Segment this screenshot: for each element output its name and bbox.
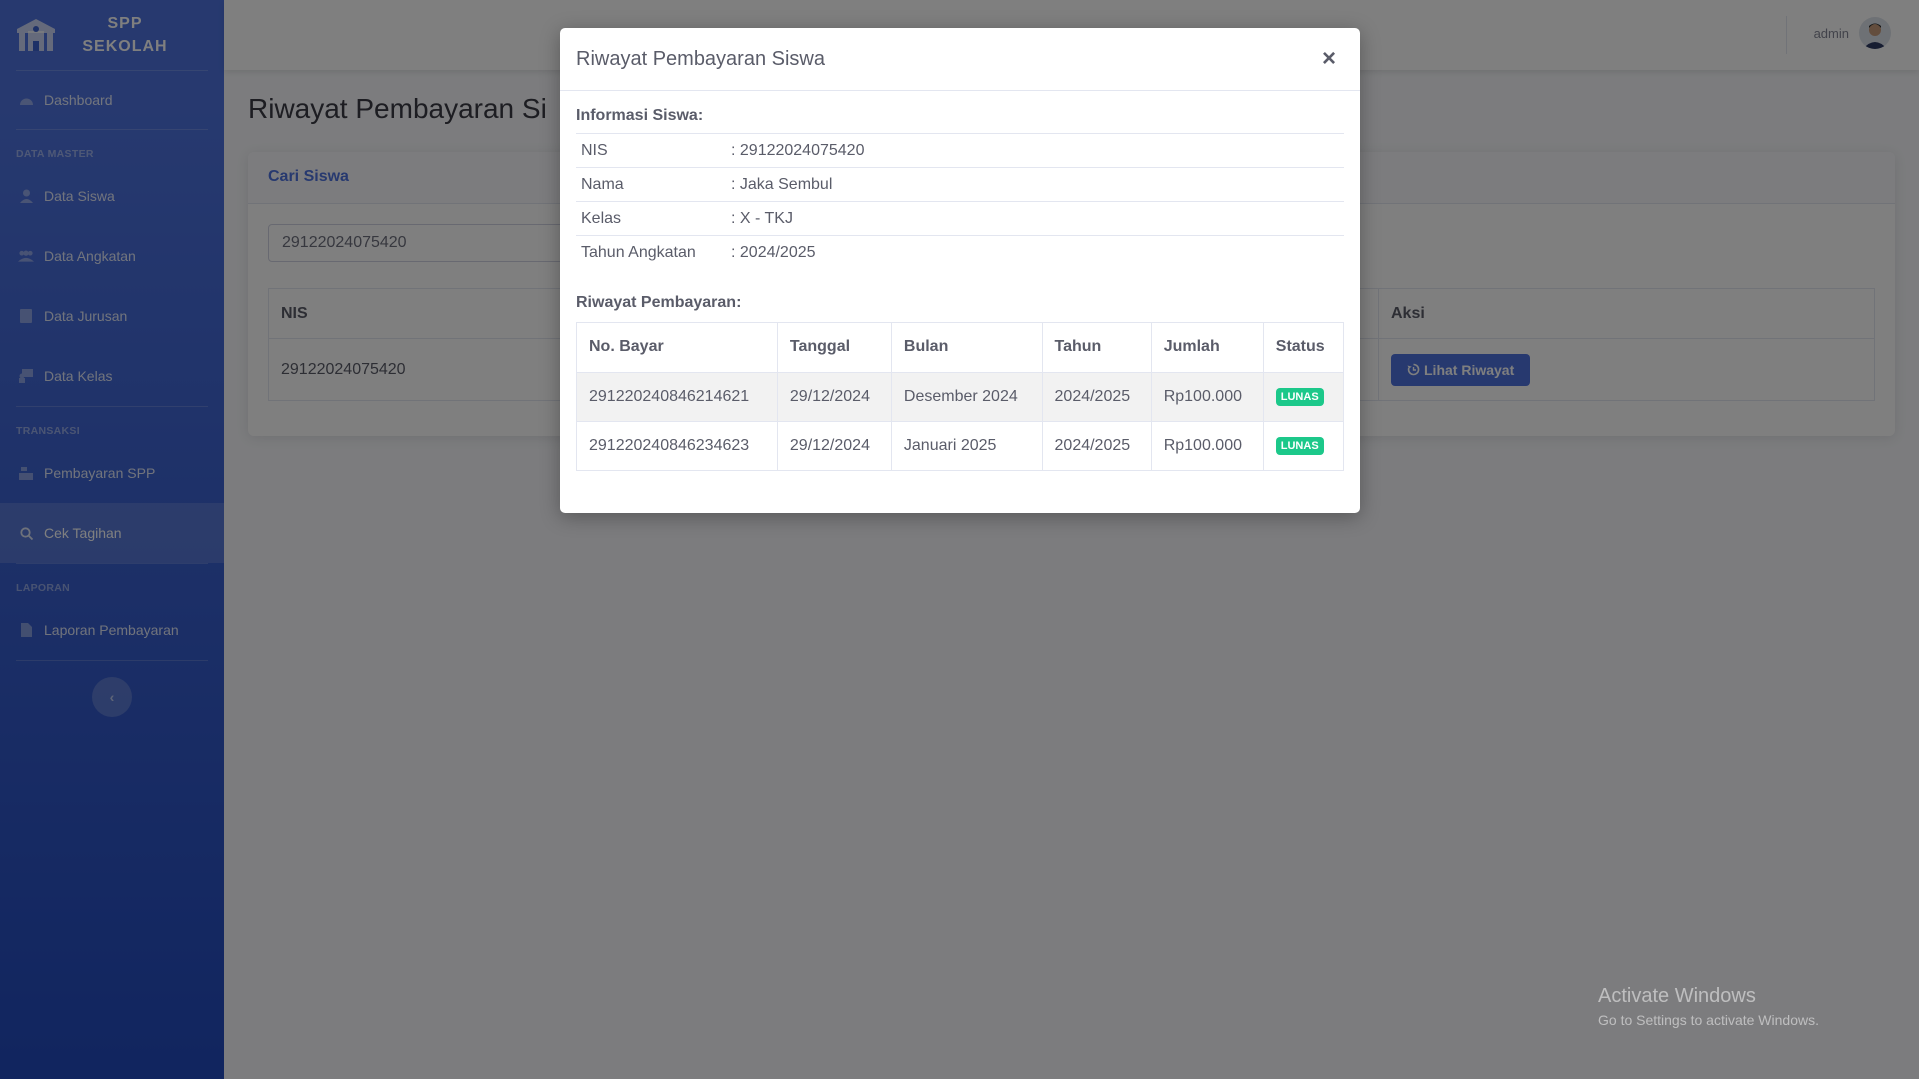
- info-value: : 2024/2025: [726, 235, 1344, 270]
- cell-jumlah: Rp100.000: [1150, 420, 1264, 471]
- cell-tahun: 2024/2025: [1041, 371, 1152, 422]
- status-badge: LUNAS: [1275, 437, 1324, 455]
- cell-bulan: Desember 2024: [890, 371, 1043, 422]
- info-row-tahun-angkatan: Tahun Angkatan : 2024/2025: [576, 235, 1344, 270]
- cell-tanggal: 29/12/2024: [776, 420, 892, 471]
- column-header-no-bayar: No. Bayar: [576, 321, 778, 373]
- status-badge: LUNAS: [1275, 388, 1324, 406]
- info-row-nama: Nama : Jaka Sembul: [576, 167, 1344, 202]
- column-header-tanggal: Tanggal: [776, 321, 892, 373]
- riwayat-modal: Riwayat Pembayaran Siswa × Informasi Sis…: [560, 28, 1360, 513]
- info-section-label: Informasi Siswa:: [576, 107, 704, 124]
- table-row: 291220240846214621 29/12/2024 Desember 2…: [576, 371, 1345, 422]
- windows-activation-watermark: Activate Windows Go to Settings to activ…: [1598, 985, 1819, 1028]
- column-header-bulan: Bulan: [890, 321, 1043, 373]
- watermark-subtitle: Go to Settings to activate Windows.: [1598, 1012, 1819, 1028]
- student-info-table: NIS : 29122024075420 Nama : Jaka Sembul …: [576, 133, 1344, 270]
- watermark-title: Activate Windows: [1598, 985, 1756, 1007]
- modal-title: Riwayat Pembayaran Siswa: [576, 47, 825, 70]
- modal-header: Riwayat Pembayaran Siswa ×: [560, 28, 1360, 91]
- info-value: : X - TKJ: [726, 201, 1344, 236]
- info-key: Kelas: [576, 201, 726, 236]
- column-header-tahun: Tahun: [1041, 321, 1152, 373]
- cell-tahun: 2024/2025: [1041, 420, 1152, 471]
- info-row-kelas: Kelas : X - TKJ: [576, 201, 1344, 236]
- close-icon[interactable]: ×: [1322, 47, 1344, 71]
- history-section-label: Riwayat Pembayaran:: [576, 293, 742, 311]
- info-value: : Jaka Sembul: [726, 167, 1344, 202]
- cell-no-bayar: 291220240846234623: [576, 420, 778, 471]
- info-key: Tahun Angkatan: [576, 235, 726, 270]
- cell-no-bayar: 291220240846214621: [576, 371, 778, 422]
- info-value: : 29122024075420: [726, 133, 1344, 168]
- table-row: 291220240846234623 29/12/2024 Januari 20…: [576, 420, 1345, 471]
- cell-tanggal: 29/12/2024: [776, 371, 892, 422]
- cell-status: LUNAS: [1262, 420, 1345, 471]
- column-header-status: Status: [1262, 321, 1345, 373]
- cell-jumlah: Rp100.000: [1150, 371, 1264, 422]
- info-key: NIS: [576, 133, 726, 168]
- modal-body: Informasi Siswa: NIS : 29122024075420 Na…: [560, 91, 1360, 487]
- cell-bulan: Januari 2025: [890, 420, 1043, 471]
- cell-status: LUNAS: [1262, 371, 1345, 422]
- payment-history-table: No. Bayar Tanggal Bulan Tahun Jumlah Sta…: [576, 321, 1345, 471]
- column-header-jumlah: Jumlah: [1150, 321, 1264, 373]
- info-key: Nama: [576, 167, 726, 202]
- info-row-nis: NIS : 29122024075420: [576, 133, 1344, 168]
